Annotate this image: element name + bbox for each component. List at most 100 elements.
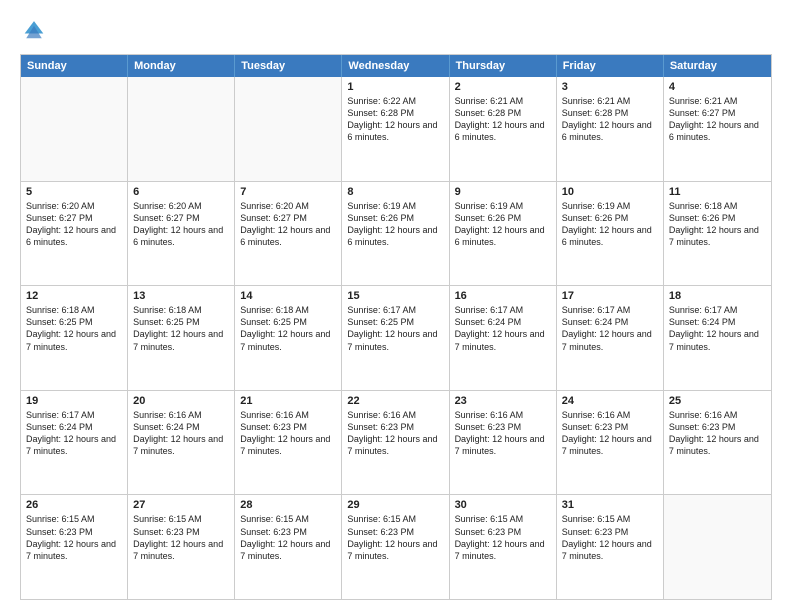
calendar-cell: 15 Sunrise: 6:17 AM Sunset: 6:25 PM Dayli…	[342, 286, 449, 390]
calendar-cell: 13 Sunrise: 6:18 AM Sunset: 6:25 PM Dayli…	[128, 286, 235, 390]
header-day-saturday: Saturday	[664, 55, 771, 77]
day-number: 16	[455, 290, 551, 302]
day-info: Sunrise: 6:21 AM Sunset: 6:27 PM Dayligh…	[669, 95, 766, 144]
calendar-cell: 28Sunrise: 6:15 AM Sunset: 6:23 PM Dayli…	[235, 495, 342, 599]
calendar-cell: 16 Sunrise: 6:17 AM Sunset: 6:24 PM Dayli…	[450, 286, 557, 390]
day-number: 24	[562, 395, 658, 407]
day-number: 7	[240, 186, 336, 198]
day-info: Sunrise: 6:16 AM Sunset: 6:23 PM Dayligh…	[455, 409, 551, 458]
day-number: 13	[133, 290, 229, 302]
calendar-cell: 27Sunrise: 6:15 AM Sunset: 6:23 PM Dayli…	[128, 495, 235, 599]
day-number: 25	[669, 395, 766, 407]
calendar-cell: 21 Sunrise: 6:16 AM Sunset: 6:23 PM Dayli…	[235, 391, 342, 495]
day-number: 23	[455, 395, 551, 407]
day-info: Sunrise: 6:17 AM Sunset: 6:24 PM Dayligh…	[669, 304, 766, 353]
calendar-cell: 7 Sunrise: 6:20 AM Sunset: 6:27 PM Daylig…	[235, 182, 342, 286]
calendar-cell: 4 Sunrise: 6:21 AM Sunset: 6:27 PM Daylig…	[664, 77, 771, 181]
calendar-cell: 26Sunrise: 6:15 AM Sunset: 6:23 PM Dayli…	[21, 495, 128, 599]
calendar: SundayMondayTuesdayWednesdayThursdayFrid…	[20, 54, 772, 600]
day-info: Sunrise: 6:17 AM Sunset: 6:24 PM Dayligh…	[455, 304, 551, 353]
day-number: 18	[669, 290, 766, 302]
day-info: Sunrise: 6:20 AM Sunset: 6:27 PM Dayligh…	[26, 200, 122, 249]
day-number: 26	[26, 499, 122, 511]
calendar-cell: 8 Sunrise: 6:19 AM Sunset: 6:26 PM Daylig…	[342, 182, 449, 286]
calendar-row-3: 12 Sunrise: 6:18 AM Sunset: 6:25 PM Dayli…	[21, 285, 771, 390]
day-number: 31	[562, 499, 658, 511]
calendar-row-4: 19 Sunrise: 6:17 AM Sunset: 6:24 PM Dayli…	[21, 390, 771, 495]
header-day-friday: Friday	[557, 55, 664, 77]
day-info: Sunrise: 6:20 AM Sunset: 6:27 PM Dayligh…	[240, 200, 336, 249]
day-info: Sunrise: 6:15 AM Sunset: 6:23 PM Dayligh…	[455, 513, 551, 562]
day-info: Sunrise: 6:21 AM Sunset: 6:28 PM Dayligh…	[562, 95, 658, 144]
header-day-tuesday: Tuesday	[235, 55, 342, 77]
day-number: 5	[26, 186, 122, 198]
calendar-cell: 17Sunrise: 6:17 AM Sunset: 6:24 PM Dayli…	[557, 286, 664, 390]
day-info: Sunrise: 6:16 AM Sunset: 6:24 PM Dayligh…	[133, 409, 229, 458]
day-info: Sunrise: 6:20 AM Sunset: 6:27 PM Dayligh…	[133, 200, 229, 249]
calendar-cell: 1 Sunrise: 6:22 AM Sunset: 6:28 PM Daylig…	[342, 77, 449, 181]
day-info: Sunrise: 6:18 AM Sunset: 6:25 PM Dayligh…	[26, 304, 122, 353]
calendar-cell: 11 Sunrise: 6:18 AM Sunset: 6:26 PM Dayli…	[664, 182, 771, 286]
calendar-row-5: 26 Sunrise: 6:15 AM Sunset: 6:23 PM Dayli…	[21, 494, 771, 599]
day-number: 15	[347, 290, 443, 302]
day-number: 10	[562, 186, 658, 198]
day-info: Sunrise: 6:15 AM Sunset: 6:23 PM Dayligh…	[347, 513, 443, 562]
header-day-thursday: Thursday	[450, 55, 557, 77]
day-info: Sunrise: 6:18 AM Sunset: 6:25 PM Dayligh…	[240, 304, 336, 353]
day-info: Sunrise: 6:16 AM Sunset: 6:23 PM Dayligh…	[669, 409, 766, 458]
calendar-cell: 18 Sunrise: 6:17 AM Sunset: 6:24 PM Dayli…	[664, 286, 771, 390]
day-info: Sunrise: 6:15 AM Sunset: 6:23 PM Dayligh…	[562, 513, 658, 562]
calendar-cell: 25 Sunrise: 6:16 AM Sunset: 6:23 PM Dayli…	[664, 391, 771, 495]
day-info: Sunrise: 6:21 AM Sunset: 6:28 PM Dayligh…	[455, 95, 551, 144]
logo	[20, 18, 52, 46]
day-number: 11	[669, 186, 766, 198]
calendar-cell: 6Sunrise: 6:20 AM Sunset: 6:27 PM Daylig…	[128, 182, 235, 286]
day-number: 9	[455, 186, 551, 198]
day-info: Sunrise: 6:15 AM Sunset: 6:23 PM Dayligh…	[240, 513, 336, 562]
day-number: 1	[347, 81, 443, 93]
calendar-cell: 5 Sunrise: 6:20 AM Sunset: 6:27 PM Daylig…	[21, 182, 128, 286]
calendar-row-2: 5 Sunrise: 6:20 AM Sunset: 6:27 PM Daylig…	[21, 181, 771, 286]
day-number: 29	[347, 499, 443, 511]
calendar-cell: 3 Sunrise: 6:21 AM Sunset: 6:28 PM Daylig…	[557, 77, 664, 181]
day-info: Sunrise: 6:18 AM Sunset: 6:25 PM Dayligh…	[133, 304, 229, 353]
header-day-sunday: Sunday	[21, 55, 128, 77]
calendar-cell: 20 Sunrise: 6:16 AM Sunset: 6:24 PM Dayli…	[128, 391, 235, 495]
header	[20, 18, 772, 46]
day-number: 8	[347, 186, 443, 198]
calendar-cell: 10 Sunrise: 6:19 AM Sunset: 6:26 PM Dayli…	[557, 182, 664, 286]
day-info: Sunrise: 6:19 AM Sunset: 6:26 PM Dayligh…	[562, 200, 658, 249]
calendar-cell	[235, 77, 342, 181]
day-info: Sunrise: 6:19 AM Sunset: 6:26 PM Dayligh…	[347, 200, 443, 249]
day-info: Sunrise: 6:22 AM Sunset: 6:28 PM Dayligh…	[347, 95, 443, 144]
day-number: 3	[562, 81, 658, 93]
calendar-cell: 22 Sunrise: 6:16 AM Sunset: 6:23 PM Dayli…	[342, 391, 449, 495]
day-info: Sunrise: 6:17 AM Sunset: 6:24 PM Dayligh…	[26, 409, 122, 458]
calendar-row-1: 1 Sunrise: 6:22 AM Sunset: 6:28 PM Daylig…	[21, 77, 771, 181]
day-number: 4	[669, 81, 766, 93]
day-info: Sunrise: 6:18 AM Sunset: 6:26 PM Dayligh…	[669, 200, 766, 249]
header-day-monday: Monday	[128, 55, 235, 77]
calendar-body: 1 Sunrise: 6:22 AM Sunset: 6:28 PM Daylig…	[21, 77, 771, 599]
day-info: Sunrise: 6:16 AM Sunset: 6:23 PM Dayligh…	[347, 409, 443, 458]
day-info: Sunrise: 6:19 AM Sunset: 6:26 PM Dayligh…	[455, 200, 551, 249]
day-info: Sunrise: 6:17 AM Sunset: 6:25 PM Dayligh…	[347, 304, 443, 353]
calendar-cell: 12 Sunrise: 6:18 AM Sunset: 6:25 PM Dayli…	[21, 286, 128, 390]
calendar-cell: 9 Sunrise: 6:19 AM Sunset: 6:26 PM Daylig…	[450, 182, 557, 286]
day-number: 20	[133, 395, 229, 407]
calendar-cell: 2Sunrise: 6:21 AM Sunset: 6:28 PM Daylig…	[450, 77, 557, 181]
day-info: Sunrise: 6:16 AM Sunset: 6:23 PM Dayligh…	[562, 409, 658, 458]
day-number: 21	[240, 395, 336, 407]
calendar-cell	[664, 495, 771, 599]
day-number: 12	[26, 290, 122, 302]
calendar-cell: 24 Sunrise: 6:16 AM Sunset: 6:23 PM Dayli…	[557, 391, 664, 495]
calendar-cell: 29 Sunrise: 6:15 AM Sunset: 6:23 PM Dayli…	[342, 495, 449, 599]
logo-icon	[20, 18, 48, 46]
day-number: 27	[133, 499, 229, 511]
calendar-cell: 19 Sunrise: 6:17 AM Sunset: 6:24 PM Dayli…	[21, 391, 128, 495]
day-info: Sunrise: 6:16 AM Sunset: 6:23 PM Dayligh…	[240, 409, 336, 458]
header-day-wednesday: Wednesday	[342, 55, 449, 77]
day-number: 22	[347, 395, 443, 407]
day-number: 19	[26, 395, 122, 407]
day-number: 30	[455, 499, 551, 511]
